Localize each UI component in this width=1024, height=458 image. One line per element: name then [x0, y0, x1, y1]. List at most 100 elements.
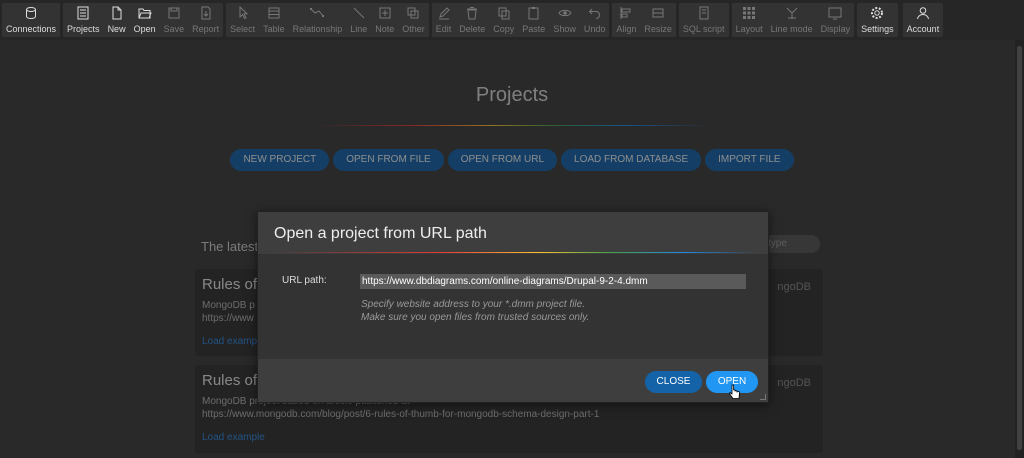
display-icon	[828, 6, 842, 20]
toolbar-delete-button[interactable]: Delete	[455, 3, 489, 37]
toolbar-button-label: Select	[230, 24, 256, 34]
user-icon	[916, 6, 930, 20]
toolbar-display-button[interactable]: Display	[817, 3, 855, 37]
toolbar-resize-button[interactable]: Resize	[640, 3, 676, 37]
paste-icon	[527, 6, 541, 20]
toolbar-table-button[interactable]: Table	[259, 3, 289, 37]
toolbar-button-label: Show	[553, 24, 576, 34]
toolbar-button-label: Other	[402, 24, 425, 34]
toolbar-settings-button[interactable]: Settings	[857, 3, 898, 37]
url-path-input[interactable]	[360, 274, 746, 289]
toolbar-button-label: Edit	[435, 24, 452, 34]
toolbar-layout-button[interactable]: Layout	[732, 3, 767, 37]
toolbar-button-label: Settings	[861, 24, 894, 34]
line-icon	[352, 6, 366, 20]
toolbar-button-label: Align	[616, 24, 637, 34]
projects-icon	[76, 6, 90, 20]
toolbar-group: Projects New Open Save Report	[63, 3, 224, 37]
save-icon	[167, 6, 181, 20]
folder-open-icon	[138, 6, 152, 20]
toolbar-group: Edit Delete Copy Paste Show Undo	[431, 3, 610, 37]
toolbar-button-label: Report	[192, 24, 220, 34]
toolbar-show-button[interactable]: Show	[549, 3, 580, 37]
main-toolbar: Connections Projects New Open Save Report Sele…	[0, 0, 1024, 40]
toolbar-button-label: Relationship	[292, 24, 343, 34]
toolbar-line-button[interactable]: Line	[346, 3, 371, 37]
toolbar-group: Account	[902, 3, 944, 37]
toolbar-sql-script-button[interactable]: SQL script	[679, 3, 729, 37]
mouse-cursor-icon	[729, 384, 740, 399]
toolbar-new-button[interactable]: New	[104, 3, 130, 37]
table-icon	[267, 6, 281, 20]
toolbar-button-label: SQL script	[682, 24, 725, 34]
report-icon	[199, 6, 213, 20]
close-button[interactable]: CLOSE	[645, 371, 702, 393]
toolbar-line-mode-button[interactable]: Line mode	[767, 3, 817, 37]
toolbar-button-label: Projects	[67, 24, 100, 34]
toolbar-edit-button[interactable]: Edit	[432, 3, 456, 37]
toolbar-connections-button[interactable]: Connections	[2, 3, 60, 37]
toolbar-button-label: Layout	[735, 24, 763, 34]
line-mode-icon	[785, 6, 799, 20]
toolbar-report-button[interactable]: Report	[188, 3, 223, 37]
toolbar-button-label: Account	[906, 24, 940, 34]
toolbar-align-button[interactable]: Align	[612, 3, 640, 37]
url-path-label: URL path:	[282, 275, 327, 286]
toolbar-button-label: Connections	[6, 24, 57, 34]
toolbar-select-button[interactable]: Select	[226, 3, 259, 37]
dialog-title-divider	[272, 252, 756, 253]
url-hint: Specify website address to your *.dmm pr…	[361, 298, 589, 324]
dialog-body: URL path: Specify website address to you…	[258, 254, 768, 359]
toolbar-button-label: New	[107, 24, 126, 34]
dialog-footer: CLOSE OPEN	[258, 359, 768, 403]
trash-icon	[465, 6, 479, 20]
url-hint-line: Specify website address to your *.dmm pr…	[361, 299, 585, 310]
open-url-dialog: Open a project from URL path URL path: S…	[257, 211, 769, 403]
toolbar-projects-button[interactable]: Projects	[63, 3, 104, 37]
undo-icon	[588, 6, 602, 20]
toolbar-button-label: Line mode	[770, 24, 813, 34]
toolbar-note-button[interactable]: Note	[371, 3, 398, 37]
pointer-icon	[236, 6, 250, 20]
toolbar-button-label: Note	[375, 24, 395, 34]
copy-icon	[497, 6, 511, 20]
toolbar-other-button[interactable]: Other	[398, 3, 429, 37]
other-icon	[406, 6, 420, 20]
eye-icon	[557, 6, 572, 20]
toolbar-button-label: Delete	[459, 24, 486, 34]
gear-icon	[870, 6, 884, 20]
toolbar-paste-button[interactable]: Paste	[518, 3, 549, 37]
toolbar-group: SQL script	[678, 3, 729, 37]
edit-icon	[437, 6, 451, 20]
layout-icon	[742, 6, 756, 20]
toolbar-button-label: Table	[263, 24, 285, 34]
toolbar-button-label: Display	[820, 24, 851, 34]
toolbar-button-label: Undo	[583, 24, 606, 34]
toolbar-button-label: Paste	[522, 24, 546, 34]
toolbar-save-button[interactable]: Save	[160, 3, 189, 37]
toolbar-group: Align Resize	[612, 3, 676, 37]
dialog-resize-handle[interactable]	[760, 394, 766, 400]
toolbar-undo-button[interactable]: Undo	[580, 3, 610, 37]
toolbar-button-label: Line	[350, 24, 368, 34]
url-hint-line: Make sure you open files from trusted so…	[361, 312, 590, 323]
align-icon	[619, 6, 633, 20]
note-icon	[378, 6, 392, 20]
toolbar-group: Connections	[2, 3, 61, 37]
toolbar-account-button[interactable]: Account	[903, 3, 944, 37]
toolbar-group: Layout Line mode Display	[731, 3, 855, 37]
new-file-icon	[110, 6, 124, 20]
toolbar-button-label: Resize	[644, 24, 672, 34]
sql-script-icon	[697, 6, 711, 20]
toolbar-relationship-button[interactable]: Relationship	[289, 3, 347, 37]
toolbar-button-label: Open	[133, 24, 156, 34]
toolbar-button-label: Copy	[493, 24, 515, 34]
toolbar-group: Select Table Relationship Line Note Other	[226, 3, 429, 37]
toolbar-button-label: Save	[163, 24, 185, 34]
resize-icon	[651, 6, 665, 20]
relationship-icon	[310, 6, 325, 20]
toolbar-open-button[interactable]: Open	[130, 3, 160, 37]
dialog-title: Open a project from URL path	[274, 225, 487, 242]
toolbar-copy-button[interactable]: Copy	[489, 3, 518, 37]
database-icon	[24, 6, 38, 20]
